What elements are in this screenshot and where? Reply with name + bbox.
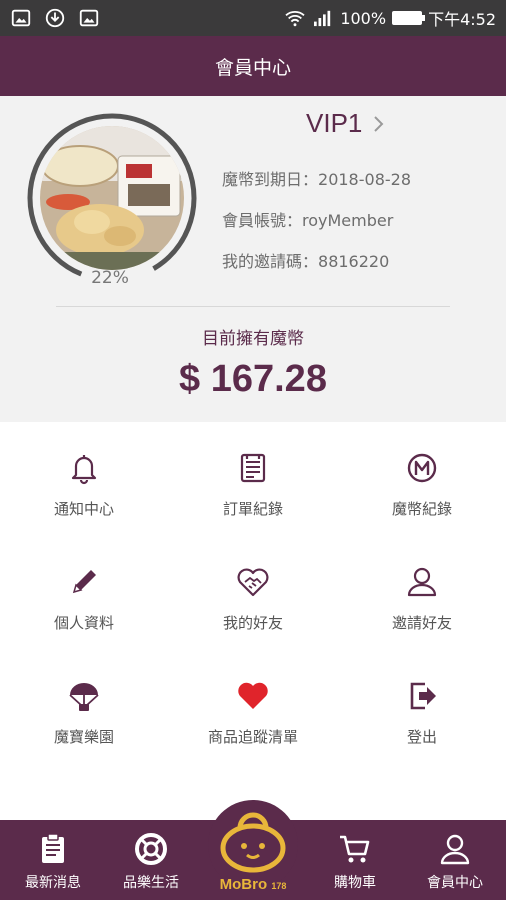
person-icon	[402, 562, 442, 602]
signal-icon	[314, 10, 331, 27]
account-label: 會員帳號：	[222, 211, 303, 230]
mobro-home-button[interactable]: MoBro 178	[200, 800, 306, 900]
download-icon	[45, 8, 65, 28]
menu-label: 魔幣紀錄	[391, 500, 452, 518]
status-right: 100% 下午4:52	[284, 6, 496, 30]
status-bar: 100% 下午4:52	[0, 0, 506, 36]
heart-icon	[233, 676, 273, 716]
account-value: royMember	[302, 211, 394, 230]
coin-balance-value: $ 167.28	[179, 358, 327, 400]
menu-my-friends[interactable]: 我的好友	[169, 546, 337, 646]
coin-expiry-row: 魔幣到期日：2018-08-28	[222, 166, 411, 190]
app-header: 會員中心	[0, 36, 506, 96]
menu-logout[interactable]: 登出	[338, 660, 506, 760]
divider	[56, 306, 450, 307]
menu-label: 訂單紀錄	[222, 500, 283, 518]
menu-tracking-list[interactable]: 商品追蹤清單	[169, 660, 337, 760]
logout-icon	[402, 676, 442, 716]
invite-code-row: 我的邀請碼：8816220	[222, 248, 389, 272]
menu-mobao-park[interactable]: 魔寶樂園	[0, 660, 168, 760]
menu-profile[interactable]: 個人資料	[0, 546, 168, 646]
vip-progress-label: 22%	[91, 268, 129, 288]
menu-label: 商品追蹤清單	[207, 728, 298, 746]
wifi-icon	[285, 11, 305, 27]
pencil-icon	[64, 562, 104, 602]
clipboard-icon	[42, 833, 64, 863]
menu-notification-center[interactable]: 通知中心	[0, 432, 168, 532]
nav-member-center[interactable]: 會員中心	[410, 820, 500, 900]
image-icon	[11, 9, 31, 27]
menu-order-history[interactable]: 訂單紀錄	[169, 432, 337, 532]
profile-section: 22% VIP1 魔幣到期日：2018-08-28 會員帳號：royMember…	[0, 96, 506, 422]
m-coin-icon	[402, 448, 442, 488]
invite-code-label: 我的邀請碼：	[222, 252, 319, 271]
nav-cart[interactable]: 購物車	[310, 820, 400, 900]
coin-balance-label: 目前擁有魔幣	[202, 329, 304, 349]
logo-text: MoBro	[219, 876, 268, 893]
invite-code-value: 8816220	[318, 252, 390, 271]
nav-label: 品樂生活	[123, 875, 179, 891]
menu-label: 個人資料	[53, 614, 114, 632]
handshake-heart-icon	[233, 562, 273, 602]
avatar-image	[40, 126, 184, 270]
coin-expiry-label: 魔幣到期日：	[222, 170, 319, 189]
menu-coin-history[interactable]: 魔幣紀錄	[338, 432, 506, 532]
nav-lifestyle[interactable]: 品樂生活	[106, 820, 196, 900]
nav-label: 最新消息	[25, 875, 81, 891]
menu-label: 邀請好友	[391, 614, 452, 632]
lifebuoy-icon	[135, 833, 167, 865]
nav-label: 會員中心	[427, 875, 483, 891]
parachute-icon	[64, 676, 104, 716]
nav-latest-news[interactable]: 最新消息	[8, 820, 98, 900]
battery-icon	[392, 11, 426, 25]
account-row: 會員帳號：royMember	[222, 207, 393, 231]
vip-level: VIP1	[306, 108, 363, 138]
image-icon	[79, 9, 99, 27]
mobro-bag-logo-icon	[220, 812, 286, 873]
logo-suffix: 178	[271, 881, 287, 891]
cart-icon	[340, 835, 370, 863]
status-left-icons	[10, 7, 100, 29]
menu-label: 魔寶樂園	[53, 728, 114, 746]
menu-label: 登出	[406, 728, 437, 746]
clock: 下午4:52	[428, 10, 496, 29]
nav-label: 購物車	[334, 875, 376, 891]
menu-invite-friends[interactable]: 邀請好友	[338, 546, 506, 646]
avatar[interactable]	[40, 126, 184, 270]
menu-label: 通知中心	[53, 500, 114, 518]
menu-label: 我的好友	[222, 614, 283, 632]
mobro-logo-text: MoBro 178	[200, 876, 306, 893]
chevron-right-icon	[374, 115, 384, 132]
order-list-icon	[233, 448, 273, 488]
user-icon	[440, 834, 470, 865]
page-title: 會員中心	[214, 56, 291, 79]
vip-level-link[interactable]: VIP1	[306, 108, 386, 139]
coin-expiry-value: 2018-08-28	[318, 170, 411, 189]
bell-icon	[64, 448, 104, 488]
battery-percent: 100%	[340, 8, 387, 28]
